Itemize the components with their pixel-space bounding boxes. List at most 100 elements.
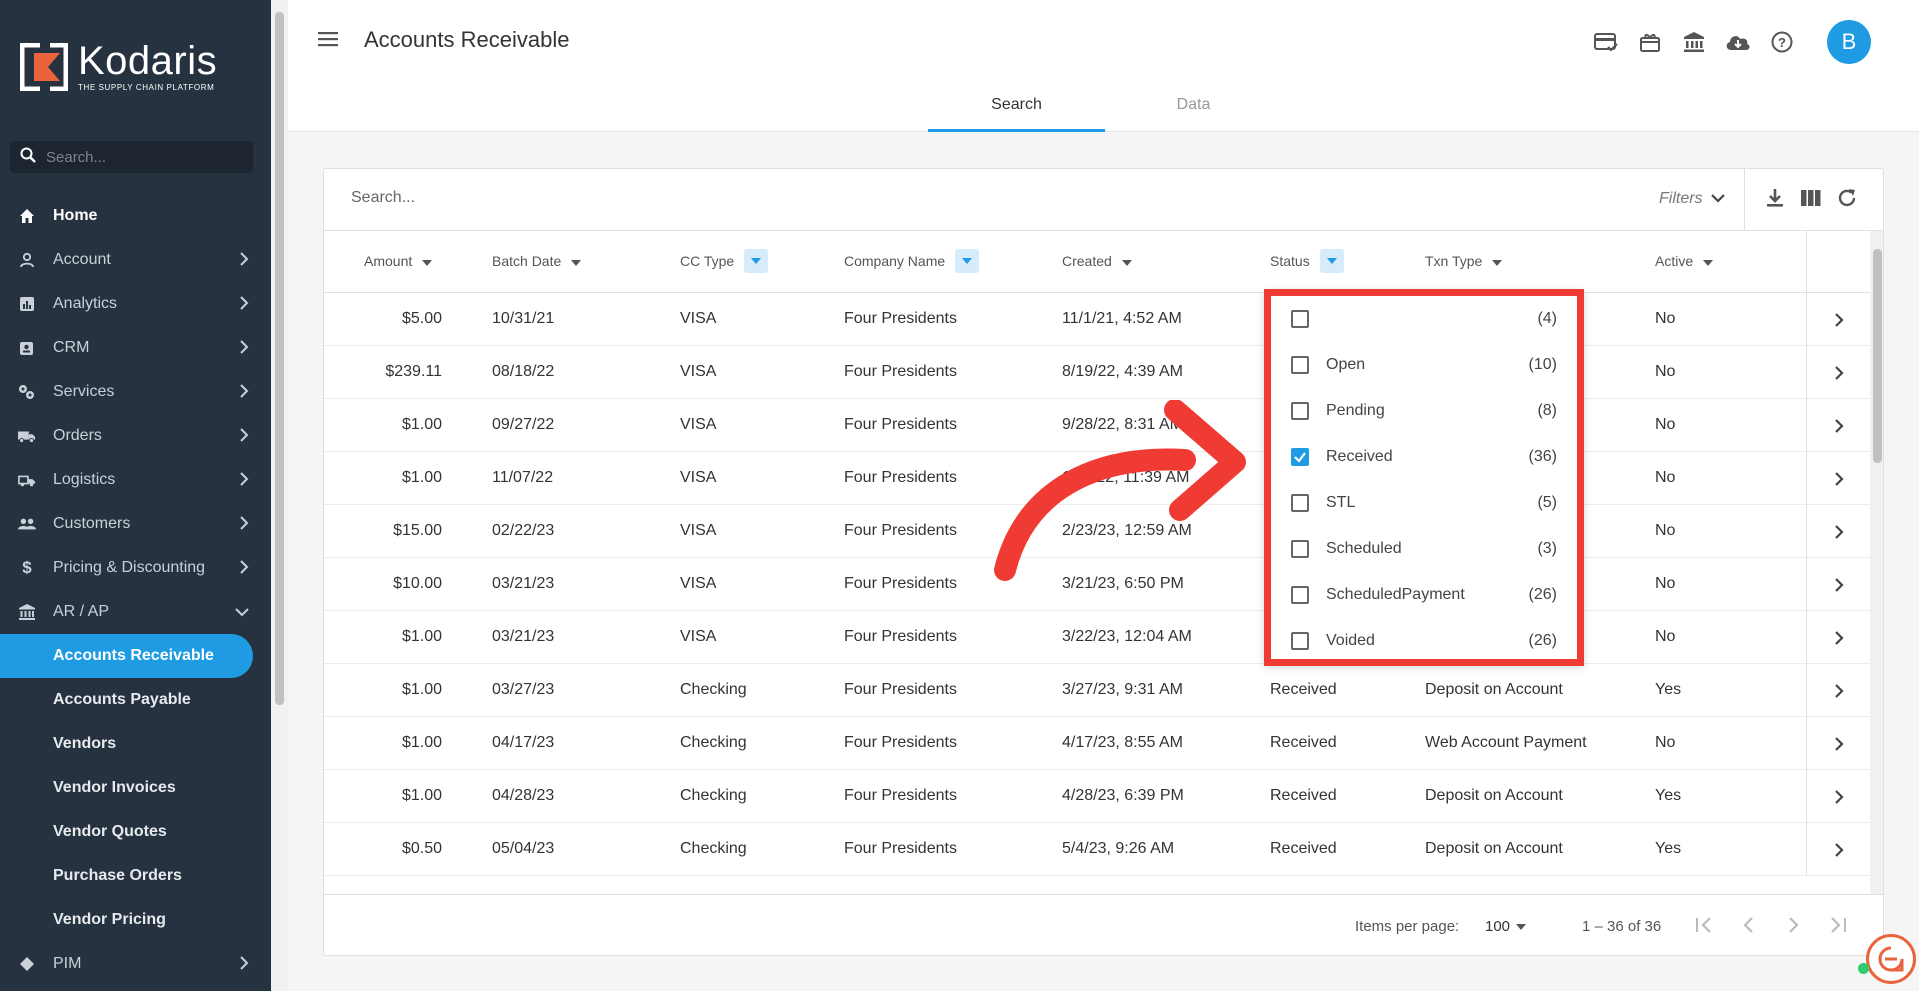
tab-data[interactable]: Data (1105, 86, 1282, 132)
checkbox[interactable] (1291, 310, 1309, 328)
status-filter-option[interactable]: Voided (26) (1271, 618, 1577, 664)
column-header-batch-date[interactable]: Batch Date (492, 253, 582, 269)
sidebar-item-accounts-receivable[interactable]: Accounts Receivable (0, 634, 253, 678)
refresh-icon[interactable] (1836, 187, 1858, 214)
sidebar-item-vendor-pricing[interactable]: Vendor Pricing (0, 898, 271, 942)
previous-page-icon[interactable] (1738, 915, 1760, 939)
page-navigation (1694, 915, 1848, 939)
scrollbar-thumb[interactable] (1873, 249, 1882, 463)
gift-card-icon[interactable] (1637, 29, 1663, 55)
filter-dropdown-icon[interactable] (1319, 249, 1344, 273)
cell-cc-type: VISA (680, 575, 717, 592)
checkbox[interactable] (1291, 356, 1309, 374)
cell-batch-date: 02/22/23 (492, 522, 555, 539)
download-icon[interactable] (1764, 187, 1786, 214)
row-open-button[interactable] (1806, 717, 1870, 770)
tab-search[interactable]: Search (928, 86, 1105, 132)
bank-icon[interactable] (1681, 29, 1707, 55)
checkbox[interactable] (1291, 540, 1309, 558)
checkbox[interactable] (1291, 586, 1309, 604)
sidebar-item-orders[interactable]: Orders (0, 414, 271, 458)
cell-txn-type: Web Account Payment (1425, 734, 1587, 751)
status-filter-option[interactable]: STL (5) (1271, 480, 1577, 526)
table-row[interactable]: $1.00 03/27/23 Checking Four Presidents 3/27… (324, 664, 1870, 717)
items-per-page-label: Items per page: (1355, 918, 1460, 935)
avatar[interactable]: B (1827, 20, 1871, 64)
columns-icon[interactable] (1800, 187, 1822, 214)
sidebar-item-purchase-orders[interactable]: Purchase Orders (0, 854, 271, 898)
table-row[interactable]: $1.00 04/17/23 Checking Four Presidents 4/17… (324, 717, 1870, 770)
sidebar-search-input[interactable] (46, 148, 236, 166)
checkbox[interactable] (1291, 494, 1309, 512)
status-filter-option[interactable]: (4) (1271, 296, 1577, 342)
cell-txn-type: Deposit on Account (1425, 787, 1563, 804)
sidebar-item-vendor-invoices[interactable]: Vendor Invoices (0, 766, 271, 810)
filter-dropdown-icon[interactable] (744, 249, 769, 273)
checkbox[interactable] (1291, 402, 1309, 420)
row-open-button[interactable] (1806, 293, 1870, 346)
sidebar-item-pim[interactable]: PIM (0, 942, 271, 986)
column-header-company-name[interactable]: Company Name (844, 249, 980, 273)
row-open-button[interactable] (1806, 452, 1870, 505)
column-header-status[interactable]: Status (1270, 249, 1344, 273)
table-row[interactable]: $1.00 04/28/23 Checking Four Presidents 4/28… (324, 770, 1870, 823)
row-open-button[interactable] (1806, 505, 1870, 558)
sidebar-scrollbar[interactable] (271, 0, 288, 991)
filter-dropdown-icon[interactable] (955, 249, 980, 273)
cloud-download-icon[interactable] (1725, 29, 1751, 55)
first-page-icon[interactable] (1694, 915, 1716, 939)
sidebar-item-services[interactable]: Services (0, 370, 271, 414)
table-row[interactable]: $5.00 10/31/21 VISA Four Presidents 11/1/21,… (324, 293, 1870, 346)
table-row[interactable]: $239.11 08/18/22 VISA Four Presidents 8/19/2… (324, 346, 1870, 399)
table-scrollbar[interactable] (1870, 231, 1883, 894)
sidebar-item-vendor-quotes[interactable]: Vendor Quotes (0, 810, 271, 854)
row-open-button[interactable] (1806, 346, 1870, 399)
sidebar-item-vendors[interactable]: Vendors (0, 722, 271, 766)
checkbox[interactable] (1291, 632, 1309, 650)
status-filter-option[interactable]: ScheduledPayment (26) (1271, 572, 1577, 618)
cell-created: 3/27/23, 9:31 AM (1062, 681, 1183, 698)
help-icon[interactable]: ? (1769, 29, 1795, 55)
sidebar-item-accounts-payable[interactable]: Accounts Payable (0, 678, 271, 722)
row-open-button[interactable] (1806, 770, 1870, 823)
column-header-cc-type[interactable]: CC Type (680, 249, 769, 273)
status-filter-dropdown: (4) Open (10) Pending (8) Received (36) STL (5) S… (1264, 289, 1584, 666)
hamburger-menu-icon[interactable] (318, 30, 340, 53)
sidebar-item-account[interactable]: Account (0, 238, 271, 282)
status-filter-option[interactable]: Pending (8) (1271, 388, 1577, 434)
next-page-icon[interactable] (1782, 915, 1804, 939)
scrollbar-thumb[interactable] (275, 12, 284, 705)
sidebar-item-crm[interactable]: CRM (0, 326, 271, 370)
status-filter-option[interactable]: Scheduled (3) (1271, 526, 1577, 572)
status-filter-option[interactable]: Open (10) (1271, 342, 1577, 388)
sidebar-item-ar-ap[interactable]: AR / AP (0, 590, 271, 634)
sidebar-item-pricing[interactable]: $ Pricing & Discounting (0, 546, 271, 590)
row-open-button[interactable] (1806, 611, 1870, 664)
cell-amount: $0.50 (401, 840, 442, 857)
row-open-button[interactable] (1806, 664, 1870, 717)
column-header-txn-type[interactable]: Txn Type (1425, 253, 1503, 269)
chat-widget-icon[interactable] (1866, 934, 1916, 984)
column-header-created[interactable]: Created (1062, 253, 1132, 269)
table-row[interactable]: $1.00 03/21/23 VISA Four Presidents 3/22/23,… (324, 611, 1870, 664)
row-open-button[interactable] (1806, 399, 1870, 452)
status-filter-option[interactable]: Received (36) (1271, 434, 1577, 480)
card-check-icon[interactable] (1593, 29, 1619, 55)
brand-logo[interactable]: Kodaris THE SUPPLY CHAIN PLATFORM (0, 0, 271, 133)
filters-button[interactable]: Filters (1659, 190, 1725, 208)
sidebar-item-logistics[interactable]: Logistics (0, 458, 271, 502)
column-header-amount[interactable]: Amount (364, 253, 433, 269)
page-size-select[interactable]: 100 (1485, 918, 1527, 935)
sidebar-item-analytics[interactable]: Analytics (0, 282, 271, 326)
column-header-active[interactable]: Active (1655, 253, 1714, 269)
last-page-icon[interactable] (1826, 915, 1848, 939)
sidebar-item-customers[interactable]: Customers (0, 502, 271, 546)
table-search-input[interactable] (351, 189, 1251, 207)
chevron-right-icon (1834, 524, 1844, 539)
table-row[interactable]: $0.50 05/04/23 Checking Four Presidents 5/4/… (324, 823, 1870, 876)
cell-batch-date: 03/27/23 (492, 681, 555, 698)
checkbox[interactable] (1291, 448, 1309, 466)
row-open-button[interactable] (1806, 558, 1870, 611)
sidebar-item-home[interactable]: Home (0, 194, 271, 238)
row-open-button[interactable] (1806, 823, 1870, 876)
